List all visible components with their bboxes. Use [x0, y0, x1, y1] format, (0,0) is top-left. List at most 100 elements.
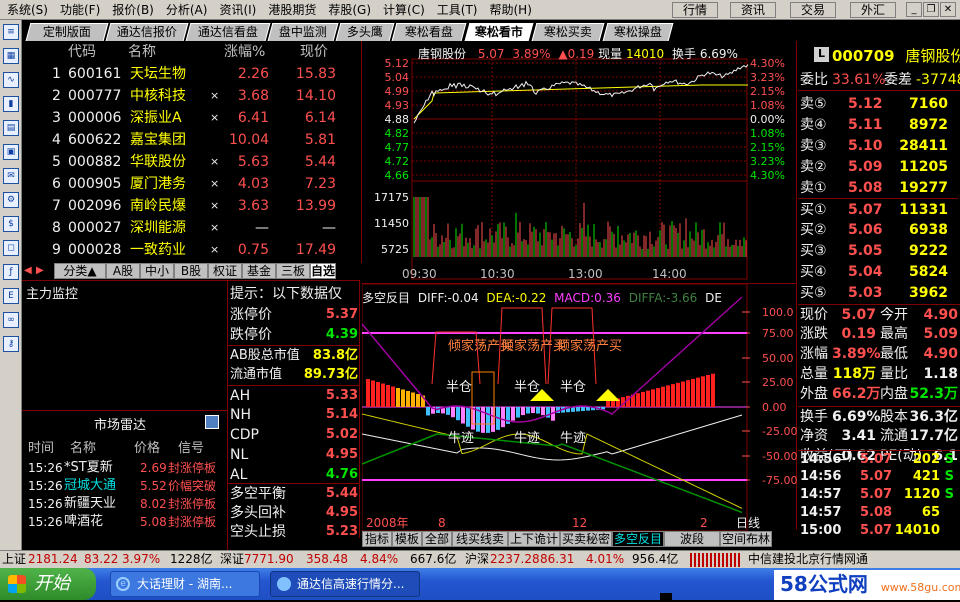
- col-pct[interactable]: 涨幅%: [224, 41, 265, 63]
- indicator-tab-4[interactable]: 上下诡计: [508, 531, 560, 547]
- line-chart-icon[interactable]: ∿: [3, 72, 19, 88]
- remove-mark-icon[interactable]: ×: [210, 239, 219, 261]
- category-tab-1[interactable]: A股: [106, 263, 140, 279]
- tab-2[interactable]: 通达信看盘: [185, 23, 271, 41]
- menu-item-2[interactable]: 报价(B): [105, 0, 159, 18]
- hint-row: CDP 5.02: [228, 425, 359, 445]
- window-icon[interactable]: ◻: [3, 240, 19, 256]
- tab-0[interactable]: 定制版面: [25, 23, 109, 41]
- buy-level-3[interactable]: 买③ 5.05 9222: [798, 240, 958, 262]
- radar-row[interactable]: 15:26 *ST夏新 2.69 封涨停板: [22, 459, 228, 477]
- menu-item-6[interactable]: 荐股(G): [321, 0, 376, 18]
- indicator-tab-1[interactable]: 模板: [392, 531, 422, 547]
- lock-icon[interactable]: ⚷: [3, 336, 19, 352]
- scroll-right-icon[interactable]: ▶: [36, 265, 48, 277]
- indicator-chart[interactable]: 100.0 75.00 50.00 25.00 0.00 -25.00 -50.00 -75.…: [362, 283, 797, 531]
- remove-mark-icon[interactable]: ×: [210, 151, 219, 173]
- indicator-tab-8[interactable]: 空间布林: [720, 531, 772, 547]
- table-icon[interactable]: ▤: [3, 120, 19, 136]
- tab-3[interactable]: 盘中监测: [267, 23, 339, 41]
- link-icon[interactable]: ∞: [3, 312, 19, 328]
- table-row[interactable]: 9 000028 一致药业 × 0.75 17.49: [22, 239, 357, 261]
- report-icon[interactable]: ▣: [3, 144, 19, 160]
- indicator-tab-6[interactable]: 多空反目: [612, 531, 664, 547]
- menu-item-8[interactable]: 工具(T): [430, 0, 483, 18]
- minimize-icon[interactable]: _: [906, 2, 922, 17]
- sell-level-3[interactable]: 卖③ 5.10 28411: [798, 135, 958, 157]
- news-icon[interactable]: ✉: [3, 168, 19, 184]
- sell-level-1[interactable]: 卖① 5.08 19277: [798, 177, 958, 199]
- quote-button[interactable]: 行情: [672, 2, 718, 18]
- table-row[interactable]: 2 000777 中核科技 × 3.68 14.10: [22, 85, 357, 107]
- sell-level-5[interactable]: 卖⑤ 5.12 7160: [798, 93, 958, 115]
- indicator-tab-7[interactable]: 波段MACD: [664, 531, 720, 561]
- grid-icon[interactable]: ▦: [3, 48, 19, 64]
- trade-button[interactable]: 交易: [790, 2, 836, 18]
- radar-row[interactable]: 15:26 冠城大通 5.52 价幅突破: [22, 477, 228, 495]
- menu-item-0[interactable]: 系统(S): [0, 0, 53, 18]
- buy-level-5[interactable]: 买⑤ 5.03 3962: [798, 282, 958, 304]
- remove-mark-icon[interactable]: ×: [210, 195, 219, 217]
- close-icon[interactable]: ✕: [940, 2, 956, 17]
- list-icon[interactable]: ≡: [3, 24, 19, 40]
- table-row[interactable]: 1 600161 天坛生物 2.26 15.83: [22, 63, 357, 85]
- scroll-left-icon[interactable]: ◀: [24, 265, 36, 277]
- menu-item-9[interactable]: 帮助(H): [483, 0, 537, 18]
- menu-item-4[interactable]: 资讯(I): [212, 0, 261, 18]
- tab-4[interactable]: 多头鹰: [335, 23, 395, 41]
- buy-level-1[interactable]: 买① 5.07 11331: [798, 198, 958, 220]
- table-row[interactable]: 4 600622 嘉宝集团 10.04 5.81: [22, 129, 357, 151]
- col-price[interactable]: 现价: [300, 41, 328, 63]
- remove-mark-icon[interactable]: ×: [210, 107, 219, 129]
- task-tdx[interactable]: 通达信高速行情分...: [270, 571, 420, 597]
- col-code[interactable]: 代码: [68, 41, 96, 63]
- script-icon[interactable]: E: [3, 288, 19, 304]
- tab-7[interactable]: 寒松买卖: [531, 23, 605, 41]
- remove-mark-icon[interactable]: ×: [210, 85, 219, 107]
- buy-level-4[interactable]: 买④ 5.04 5824: [798, 261, 958, 283]
- menu-item-5[interactable]: 港股期货: [261, 0, 321, 18]
- table-row[interactable]: 6 000905 厦门港务 × 4.03 7.23: [22, 173, 357, 195]
- table-row[interactable]: 3 000006 深振业A × 6.41 6.14: [22, 107, 357, 129]
- news-button[interactable]: 资讯: [730, 2, 776, 18]
- category-tab-6[interactable]: 三板: [276, 263, 310, 279]
- category-tab-2[interactable]: 中小: [140, 263, 174, 279]
- formula-icon[interactable]: ƒ: [3, 264, 19, 280]
- category-tab-0[interactable]: 分类▲: [54, 263, 106, 279]
- indicator-tab-3[interactable]: 线买线卖: [452, 531, 508, 547]
- table-row[interactable]: 5 000882 华联股份 × 5.63 5.44: [22, 151, 357, 173]
- radar-row[interactable]: 15:26 啤酒花 5.08 封涨停板: [22, 513, 228, 531]
- buy-level-2[interactable]: 买② 5.06 6938: [798, 219, 958, 241]
- category-tab-5[interactable]: 基金: [242, 263, 276, 279]
- indicator-tab-5[interactable]: 买卖秘密: [560, 531, 612, 547]
- remove-mark-icon[interactable]: ×: [210, 217, 219, 239]
- category-tab-4[interactable]: 权证: [208, 263, 242, 279]
- indicator-tab-2[interactable]: 全部: [422, 531, 452, 547]
- table-row[interactable]: 8 000027 深圳能源 × — —: [22, 217, 357, 239]
- tab-1[interactable]: 通达信报价: [105, 23, 189, 41]
- category-tab-7[interactable]: 自选: [310, 263, 336, 279]
- sell-level-4[interactable]: 卖④ 5.11 8972: [798, 114, 958, 136]
- category-tab-3[interactable]: B股: [174, 263, 208, 279]
- gear-icon[interactable]: ⚙: [3, 192, 19, 208]
- task-ie[interactable]: 大话理财 - 湖南...: [110, 571, 260, 597]
- radar-settings-icon[interactable]: [205, 415, 219, 429]
- tab-5[interactable]: 寒松看盘: [391, 23, 467, 41]
- menu-item-1[interactable]: 功能(F): [53, 0, 105, 18]
- menu-item-7[interactable]: 计算(C): [376, 0, 430, 18]
- remove-mark-icon[interactable]: ×: [210, 173, 219, 195]
- indicator-tab-0[interactable]: 指标: [362, 531, 392, 547]
- restore-icon[interactable]: ❐: [923, 2, 939, 17]
- sell-level-2[interactable]: 卖② 5.09 11205: [798, 156, 958, 178]
- forex-button[interactable]: 外汇: [850, 2, 896, 18]
- table-row[interactable]: 7 002096 南岭民爆 × 3.63 13.99: [22, 195, 357, 217]
- radar-row[interactable]: 15:26 新疆天业 8.02 封涨停板: [22, 495, 228, 513]
- col-name[interactable]: 名称: [128, 41, 156, 63]
- tab-6[interactable]: 寒松看市: [464, 23, 534, 41]
- fund-icon[interactable]: $: [3, 216, 19, 232]
- kline-icon[interactable]: ▮: [3, 96, 19, 112]
- intraday-chart[interactable]: 5.12 5.04 4.99 4.93 4.88 4.82 4.77 4.72 4.66 4.30…: [362, 41, 797, 283]
- tab-8[interactable]: 寒松操盘: [602, 23, 674, 41]
- menu-item-3[interactable]: 分析(A): [159, 0, 213, 18]
- stock-info-panel: L 000709 唐钢股份 委比 33.61% 委差 -37748 卖⑤ 5.12…: [798, 41, 960, 550]
